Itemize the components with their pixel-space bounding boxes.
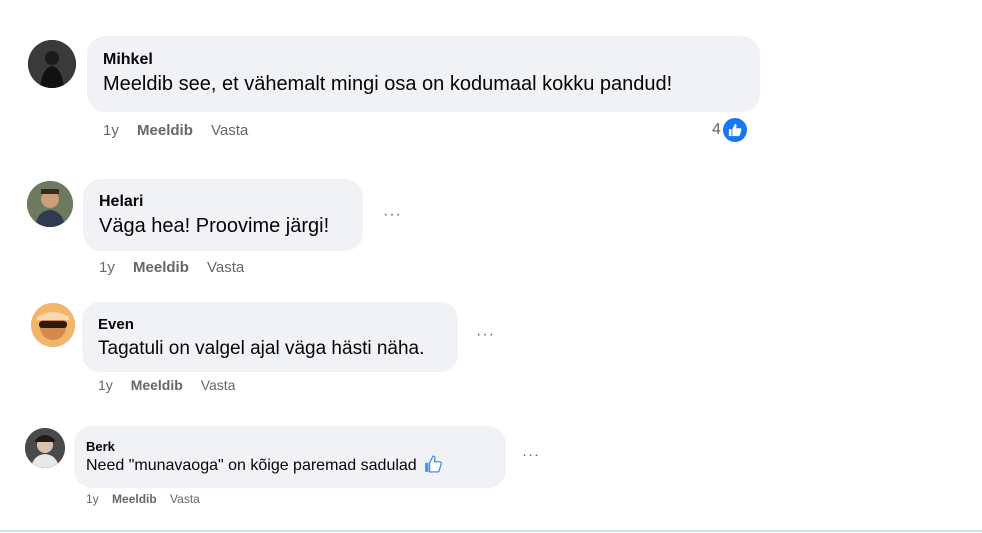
comment-text: Väga hea! Proovime järgi!: [99, 215, 330, 237]
more-options-button[interactable]: ···: [476, 326, 495, 344]
comment-text: Need "munavaoga" on kõige paremad sadula…: [86, 455, 494, 480]
comment: Berk Need "munavaoga" on kõige paremad s…: [0, 405, 982, 525]
like-button[interactable]: Meeldib: [133, 259, 189, 276]
avatar[interactable]: [31, 303, 75, 347]
avatar[interactable]: [28, 40, 76, 88]
comment-author[interactable]: Even: [98, 315, 442, 335]
comment: Mihkel Meeldib see, et vähemalt mingi os…: [0, 0, 982, 150]
comment-actions: 1y Meeldib Vasta: [103, 122, 262, 139]
comment-actions: 1y Meeldib Vasta: [86, 492, 214, 506]
reply-button[interactable]: Vasta: [170, 492, 200, 506]
comment: Even Tagatuli on valgel ajal väga hästi …: [0, 280, 982, 405]
reaction-count-label: 4: [712, 121, 721, 138]
like-icon: [722, 118, 747, 142]
comment-bubble: Helari Väga hea! Proovime järgi!: [83, 179, 363, 251]
like-button[interactable]: Meeldib: [112, 492, 157, 506]
reply-button[interactable]: Vasta: [211, 122, 248, 139]
section-divider: [0, 530, 982, 532]
comment-text-content: Need "munavaoga" on kõige paremad sadula…: [86, 457, 417, 474]
thumbs-up-emoji-icon: [424, 455, 443, 480]
comment-time[interactable]: 1y: [99, 259, 115, 276]
more-options-button[interactable]: ···: [522, 446, 540, 463]
comment-bubble: Even Tagatuli on valgel ajal väga hästi …: [82, 302, 458, 372]
comment-author[interactable]: Berk: [86, 438, 494, 455]
comment-time[interactable]: 1y: [103, 122, 119, 139]
comment-author[interactable]: Helari: [99, 192, 347, 212]
reaction-count[interactable]: 4: [712, 118, 747, 142]
reply-button[interactable]: Vasta: [207, 259, 244, 276]
comment-author[interactable]: Mihkel: [103, 50, 744, 70]
comment-text: Meeldib see, et vähemalt mingi osa on ko…: [103, 73, 673, 95]
comment-bubble: Mihkel Meeldib see, et vähemalt mingi os…: [87, 36, 760, 112]
comment-text: Tagatuli on valgel ajal väga hästi näha.: [98, 338, 425, 359]
more-options-button[interactable]: ···: [383, 206, 402, 224]
comment: Helari Väga hea! Proovime järgi! ··· 1y …: [0, 150, 982, 280]
avatar[interactable]: [25, 428, 65, 468]
comment-actions: 1y Meeldib Vasta: [99, 259, 258, 276]
like-button[interactable]: Meeldib: [137, 122, 193, 139]
like-button[interactable]: Meeldib: [131, 377, 183, 393]
avatar[interactable]: [27, 181, 73, 227]
comment-time[interactable]: 1y: [86, 492, 99, 506]
reply-button[interactable]: Vasta: [201, 377, 236, 393]
comment-bubble: Berk Need "munavaoga" on kõige paremad s…: [74, 426, 506, 488]
comment-actions: 1y Meeldib Vasta: [98, 377, 249, 393]
comment-time[interactable]: 1y: [98, 377, 113, 393]
